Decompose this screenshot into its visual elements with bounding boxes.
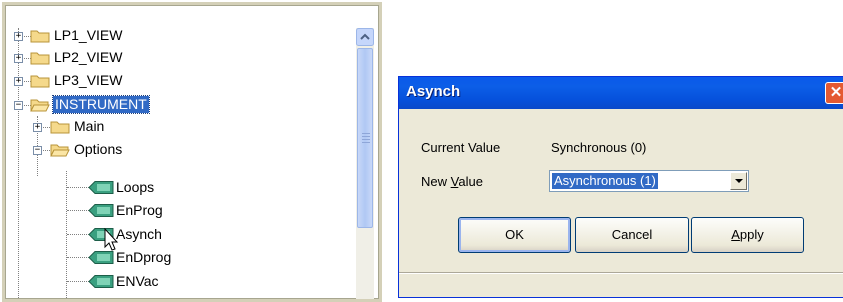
tree-item-asynch[interactable]: Asynch [116, 226, 162, 243]
folder-icon [30, 30, 50, 43]
collapse-minus-icon[interactable]: − [33, 146, 42, 155]
expand-plus-icon[interactable]: + [14, 54, 23, 63]
parameter-tag-icon [88, 204, 114, 217]
tree-line [18, 28, 19, 299]
tree-item-main[interactable]: Main [74, 118, 104, 135]
folder-icon [30, 75, 50, 88]
tree-item-lp1-view[interactable]: LP1_VIEW [54, 27, 122, 44]
tree-item-envac[interactable]: ENVac [116, 273, 159, 290]
tree-item-lp3-view[interactable]: LP3_VIEW [54, 72, 122, 89]
tree-view: + LP1_VIEW + LP2_VIEW + LP3_VIEW − INSTR… [5, 5, 379, 299]
parameter-tag-icon [88, 275, 114, 288]
open-folder-icon [50, 144, 70, 157]
parameter-tag-icon [88, 251, 114, 264]
mouse-pointer-icon [104, 228, 119, 251]
status-separator [399, 272, 843, 274]
cancel-button[interactable]: Cancel [575, 217, 689, 253]
open-folder-icon [30, 99, 50, 112]
tree-item-options[interactable]: Options [74, 141, 122, 158]
apply-button[interactable]: Apply [691, 217, 804, 253]
tree-line [67, 234, 89, 235]
parameter-tag-icon [88, 181, 114, 194]
new-value-selected: Asynchronous (1) [551, 172, 659, 190]
tree-line [67, 257, 89, 258]
close-button[interactable]: ✕ [825, 82, 843, 104]
expand-plus-icon[interactable]: + [33, 123, 42, 132]
dialog-title: Asynch [406, 83, 461, 100]
title-bar[interactable]: Asynch ✕ [399, 77, 843, 109]
current-value: Synchronous (0) [551, 140, 647, 155]
ok-button[interactable]: OK [458, 217, 571, 253]
expand-plus-icon[interactable]: + [14, 77, 23, 86]
tree-line [67, 281, 89, 282]
tree-item-endprog[interactable]: EnDprog [116, 249, 171, 266]
asynch-dialog: Asynch ✕ Current Value Synchronous (0) N… [398, 76, 843, 298]
folder-icon [50, 121, 70, 134]
tree-item-lp2-view[interactable]: LP2_VIEW [54, 49, 122, 66]
collapse-minus-icon[interactable]: − [14, 101, 23, 110]
folder-icon [30, 52, 50, 65]
new-value-label: New Value [421, 174, 483, 189]
tree-panel: + LP1_VIEW + LP2_VIEW + LP3_VIEW − INSTR… [2, 2, 382, 302]
scroll-up-arrow-icon[interactable] [356, 28, 374, 46]
expand-plus-icon[interactable]: + [14, 32, 23, 41]
scrollbar-thumb[interactable] [357, 48, 373, 228]
tree-item-loops[interactable]: Loops [116, 179, 154, 196]
new-value-select[interactable]: Asynchronous (1) [549, 170, 749, 192]
tree-item-enprog[interactable]: EnProg [116, 202, 163, 219]
tree-line [67, 187, 89, 188]
tree-item-instrument[interactable]: INSTRUMENT [52, 95, 150, 114]
dropdown-arrow-icon[interactable] [730, 172, 747, 190]
tree-line [67, 210, 89, 211]
close-icon: ✕ [829, 84, 843, 101]
current-value-label: Current Value [421, 140, 501, 155]
tree-line [66, 171, 67, 299]
